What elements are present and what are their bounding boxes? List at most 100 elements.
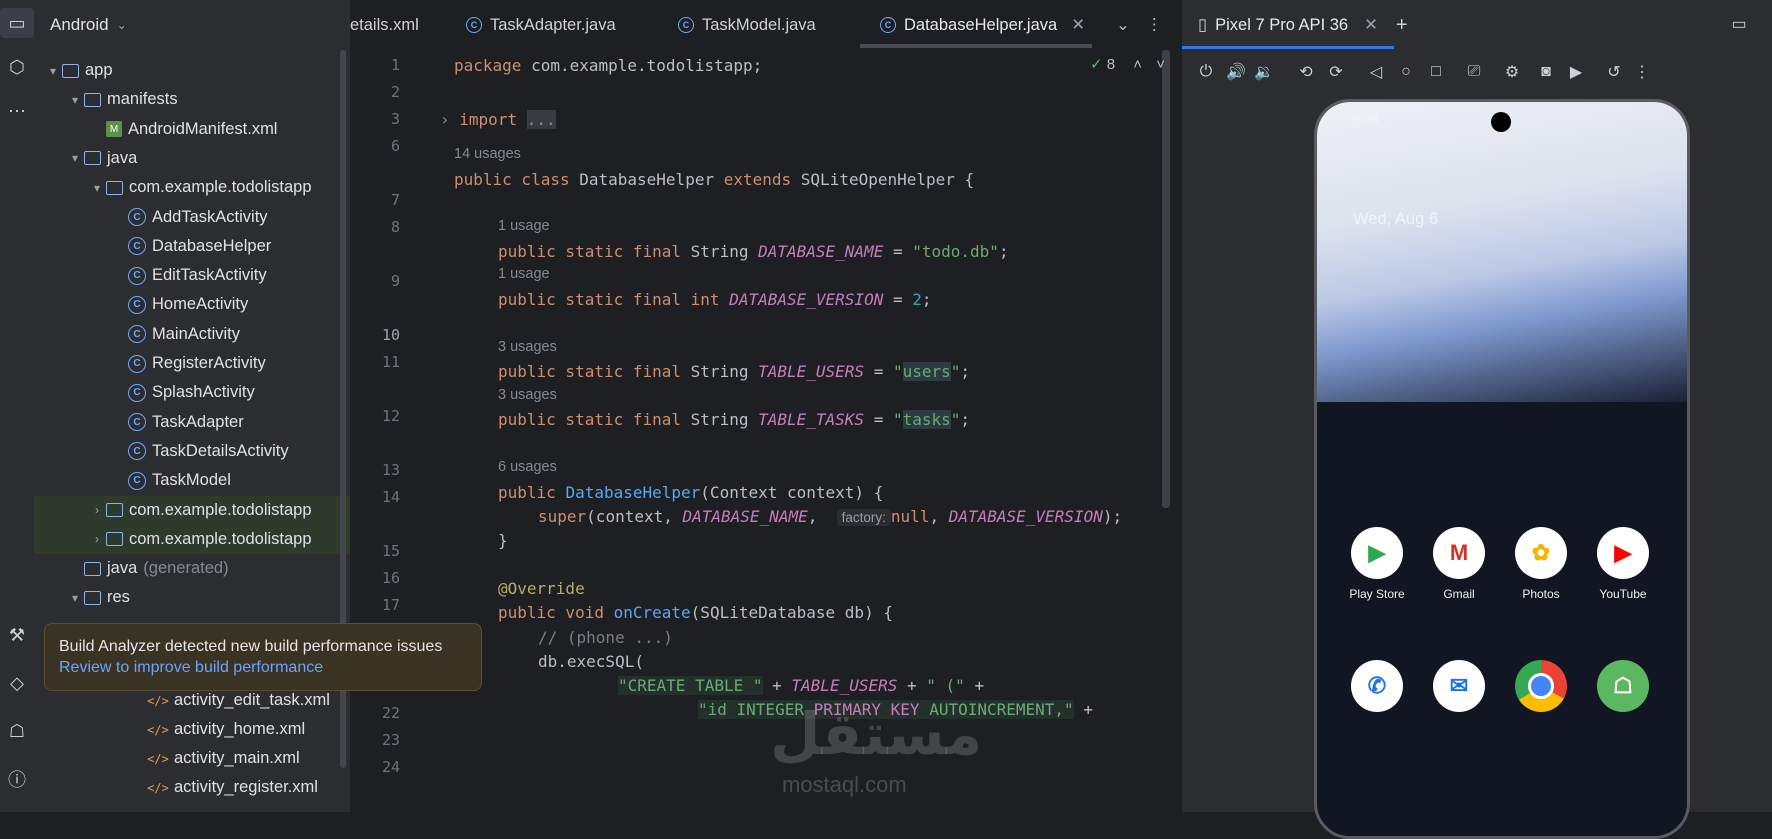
code-line: public DatabaseHelper(Context context) { (498, 483, 884, 502)
close-tab-icon[interactable]: ✕ (1071, 15, 1085, 35)
code-line: "CREATE TABLE " + TABLE_USERS + " (" + (618, 676, 985, 695)
expand-chevron-icon[interactable]: ▾ (66, 151, 84, 165)
chevron-up-icon[interactable]: ˄ (1133, 56, 1142, 73)
tree-item-label: AndroidManifest.xml (128, 119, 278, 138)
expand-chevron-icon[interactable]: ▾ (66, 591, 84, 605)
code-editor[interactable]: 1 2 3 6 7 8 9 10 11 12 13 14 15 16 17 21… (350, 50, 1174, 812)
app-youtube[interactable]: ▶ YouTube (1583, 527, 1663, 601)
overview-icon[interactable]: □ (1424, 60, 1448, 84)
tree-item[interactable]: M AndroidManifest.xml (34, 115, 404, 144)
device-tab[interactable]: ▯ Pixel 7 Pro API 36 ✕ + (1186, 0, 1408, 50)
code-line: public class DatabaseHelper extends SQLi… (454, 170, 975, 189)
build-hammer-icon[interactable]: ⚒ (0, 620, 34, 650)
reset-icon[interactable]: ↺ (1602, 60, 1626, 84)
usages-hint[interactable]: 6 usages (498, 459, 557, 475)
expand-chevron-icon[interactable]: › (88, 532, 106, 546)
app-chrome[interactable] (1501, 660, 1581, 720)
chrome-icon (1515, 660, 1567, 712)
project-view-selector[interactable]: Android ⌄ (34, 0, 350, 50)
inspection-widget[interactable]: ✓ 8 ˄ ˅ (1090, 55, 1165, 73)
build-analyzer-notification[interactable]: Build Analyzer detected new build perfor… (44, 623, 482, 691)
review-performance-link[interactable]: Review to improve build performance (59, 657, 467, 678)
back-icon[interactable]: ◁ (1364, 60, 1388, 84)
expand-chevron-icon[interactable]: ▾ (44, 64, 62, 78)
line-number: 6 (390, 137, 400, 155)
tab-more-icon[interactable]: ⋮ (1146, 0, 1163, 50)
tree-item[interactable]: ▾ java (34, 144, 382, 173)
gmail-icon: M (1433, 527, 1485, 579)
line-number: 15 (381, 542, 400, 560)
photos-icon: ✿ (1515, 527, 1567, 579)
app-messages[interactable]: ✉ (1419, 660, 1499, 720)
more-tools-icon[interactable]: ⋯ (0, 96, 34, 126)
app-android[interactable]: ☖ (1583, 660, 1663, 720)
snapshot-icon[interactable]: ⎚ (1462, 60, 1486, 84)
usages-hint[interactable]: 3 usages (498, 387, 557, 403)
volume-down-icon[interactable]: 🔉 (1252, 60, 1276, 84)
resource-manager-icon[interactable]: ⬡ (0, 52, 34, 82)
app-photos[interactable]: ✿ Photos (1501, 527, 1581, 601)
editor-scrollbar[interactable] (1162, 50, 1170, 508)
home-icon[interactable]: ○ (1394, 60, 1418, 84)
camera-icon[interactable]: ◙ (1534, 60, 1558, 84)
expand-chevron-icon[interactable]: › (88, 503, 106, 517)
tab-list-chevron-icon[interactable]: ⌄ (1116, 0, 1130, 50)
app-phone[interactable]: ✆ (1337, 660, 1417, 720)
chevron-down-icon[interactable]: ˅ (1156, 56, 1165, 73)
line-number: 3 (390, 110, 400, 128)
class-icon: C (678, 17, 694, 33)
phone-screen[interactable]: 10:56 Wed, Aug 6 ▶ Play Store M Gmail ✿ … (1314, 99, 1690, 839)
xml-file-icon: </> (147, 722, 169, 737)
more-options-icon[interactable]: ⋮ (1630, 60, 1654, 84)
tab-label: DatabaseHelper.java (904, 15, 1058, 34)
problems-icon[interactable]: ⓘ (0, 764, 34, 794)
tab-task-model[interactable]: C TaskModel.java (678, 0, 816, 50)
device-settings-icon[interactable]: ⚙ (1500, 60, 1524, 84)
tree-item-label: activity_home.xml (174, 720, 306, 738)
class-icon: C (128, 413, 146, 432)
code-line: public static final String TABLE_USERS =… (498, 362, 971, 381)
app-label: Gmail (1443, 587, 1475, 601)
android-icon: ☖ (1597, 660, 1649, 712)
expand-chevron-icon[interactable]: ▾ (66, 93, 84, 107)
rotate-right-icon[interactable]: ⟳ (1324, 60, 1348, 84)
xml-file-icon: </> (147, 693, 169, 708)
record-icon[interactable]: ▶ (1564, 60, 1588, 84)
messages-icon: ✉ (1433, 660, 1485, 712)
notification-message: Build Analyzer detected new build perfor… (59, 638, 443, 655)
app-gmail[interactable]: M Gmail (1419, 527, 1499, 601)
android-robot-icon[interactable]: ☖ (0, 716, 34, 746)
add-device-icon[interactable]: + (1396, 14, 1408, 37)
maximize-icon[interactable]: ▭ (1727, 12, 1751, 36)
app-play-store[interactable]: ▶ Play Store (1337, 527, 1417, 601)
tree-item[interactable]: java (generated) (34, 554, 382, 583)
tree-item[interactable]: ▾ com.example.todolistapp (34, 173, 404, 202)
close-tab-icon[interactable]: ✕ (1364, 15, 1378, 35)
usages-hint[interactable]: 1 usage (498, 266, 550, 282)
usages-hint[interactable]: 14 usages (454, 146, 521, 162)
tab-task-details-xml[interactable]: etails.xml (350, 0, 419, 50)
tree-item[interactable]: › com.example.todolistapp (34, 495, 404, 525)
expand-chevron-icon[interactable]: ▾ (88, 181, 106, 195)
project-folder-icon[interactable]: ▭ (0, 8, 34, 38)
tree-item-label: AddTaskActivity (152, 207, 268, 226)
tab-database-helper[interactable]: C DatabaseHelper.java ✕ (880, 0, 1085, 50)
rotate-left-icon[interactable]: ⟲ (1294, 60, 1318, 84)
class-icon: C (128, 266, 146, 285)
class-icon: C (128, 383, 146, 402)
usages-hint[interactable]: 1 usage (498, 218, 550, 234)
class-icon: C (128, 295, 146, 314)
volume-up-icon[interactable]: 🔊 (1224, 60, 1248, 84)
tree-item[interactable]: ▾ manifests (34, 85, 382, 114)
tab-task-adapter[interactable]: C TaskAdapter.java (466, 0, 616, 50)
gem-icon[interactable]: ◇ (0, 668, 34, 698)
power-icon[interactable]: ⏻ (1194, 60, 1218, 84)
tree-item[interactable]: › com.example.todolistapp (34, 524, 404, 554)
usages-hint[interactable]: 3 usages (498, 339, 557, 355)
line-number: 9 (390, 272, 400, 290)
parameter-hint: factory: (836, 509, 891, 526)
chevron-down-icon: ⌄ (116, 18, 127, 32)
class-icon: C (128, 208, 146, 226)
tree-item[interactable]: ▾ app (34, 56, 360, 85)
tree-item[interactable]: ▾ res (34, 583, 382, 612)
